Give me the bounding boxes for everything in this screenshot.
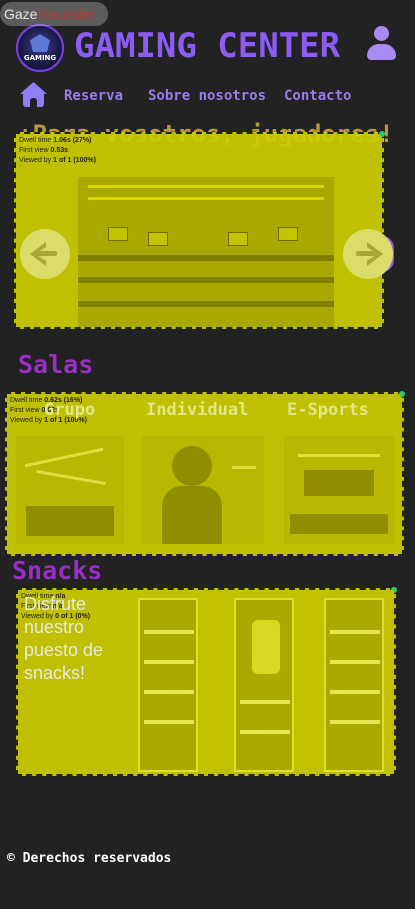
user-icon[interactable] [366, 26, 396, 60]
photo-drink-can [252, 620, 280, 674]
snacks-description: Disfrute nuestro puesto de snacks! [24, 594, 104, 683]
photo-monitor [228, 232, 248, 246]
photo-vending-machine [324, 598, 384, 772]
viewed-by-label: Viewed by [19, 157, 52, 164]
dwell-value: 1.06s (27%) [53, 137, 92, 144]
sala-label-individual: Individual [146, 400, 249, 420]
viewed-by-label: Viewed by [10, 417, 43, 424]
salas-title: Salas [18, 350, 94, 379]
gaze-overlay-marker [399, 391, 405, 397]
dwell-label: Dwell time [10, 397, 43, 404]
site-header: GAMING GAMING CENTER [0, 18, 415, 76]
recorder-name-part1: Gaze [4, 6, 38, 22]
dwell-label: Dwell time [19, 137, 52, 144]
photo-gamer [172, 446, 212, 486]
nav-link-contacto[interactable]: Contacto [284, 88, 351, 104]
photo-monitor [148, 232, 168, 246]
logo-crest-icon [30, 34, 50, 52]
logo-text: GAMING [23, 54, 57, 62]
sala-photo-esports[interactable] [284, 436, 394, 544]
carousel-next-button[interactable] [343, 229, 393, 279]
sala-label-esports: E-Sports [287, 400, 369, 420]
photo-desk-row [78, 301, 334, 307]
snacks-photo [134, 590, 394, 772]
first-view-label: First view [10, 407, 40, 414]
site-title: GAMING CENTER [74, 26, 341, 66]
snacks-title: Snacks [12, 556, 103, 585]
gaze-stats: Dwell time 1.06s (27%) First view 0.53s … [19, 136, 96, 166]
photo-monitor [108, 227, 128, 241]
photo-neon-strip [24, 447, 104, 468]
first-view-value: 0.53s [50, 147, 69, 154]
photo-ceiling-light [88, 197, 324, 200]
photo-shelf [144, 720, 194, 724]
photo-shelf [330, 720, 380, 724]
photo-shelf [144, 660, 194, 664]
photo-shelf [240, 730, 290, 734]
hero-carousel-image [78, 177, 334, 327]
photo-ceiling-light [88, 185, 324, 188]
photo-furniture [26, 506, 114, 536]
site-logo[interactable]: GAMING [16, 24, 64, 72]
footer-copyright: © Derechos reservados [7, 851, 172, 866]
photo-neon-strip [36, 469, 106, 486]
viewed-by-value: 1 of 1 (100%) [53, 157, 96, 164]
home-icon-door [30, 98, 37, 107]
photo-desk-row [78, 255, 334, 261]
gaze-overlay-marker [379, 131, 385, 137]
sala-photo-grupo[interactable] [16, 436, 124, 544]
photo-gamer-body [162, 486, 222, 544]
nav-link-sobre-nosotros[interactable]: Sobre nosotros [148, 88, 266, 104]
photo-stage-screen [304, 470, 374, 496]
photo-shelf [330, 660, 380, 664]
home-icon[interactable] [20, 82, 47, 108]
photo-shelf [144, 690, 194, 694]
main-nav: Reserva Sobre nosotros Contacto [0, 80, 415, 112]
gaze-recorder-badge: GazeRecorder [0, 2, 108, 26]
photo-shelf [240, 700, 290, 704]
photo-seating [290, 514, 388, 534]
photo-monitor [278, 227, 298, 241]
photo-shelf [330, 690, 380, 694]
sala-photo-individual[interactable] [142, 436, 264, 544]
photo-vending-machine [138, 598, 198, 772]
photo-shelf [330, 630, 380, 634]
photo-neon-strip [232, 466, 256, 469]
nav-link-reserva[interactable]: Reserva [64, 88, 123, 104]
photo-desk-row [78, 277, 334, 283]
recorder-name-part2: Recorder [37, 6, 96, 22]
carousel-prev-button[interactable] [20, 229, 70, 279]
user-icon-body [367, 44, 396, 60]
sala-label-grupo: Grupo [44, 400, 96, 420]
user-icon-head [374, 26, 389, 41]
photo-neon-strip [298, 454, 380, 457]
photo-shelf [144, 630, 194, 634]
first-view-label: First view [19, 147, 49, 154]
